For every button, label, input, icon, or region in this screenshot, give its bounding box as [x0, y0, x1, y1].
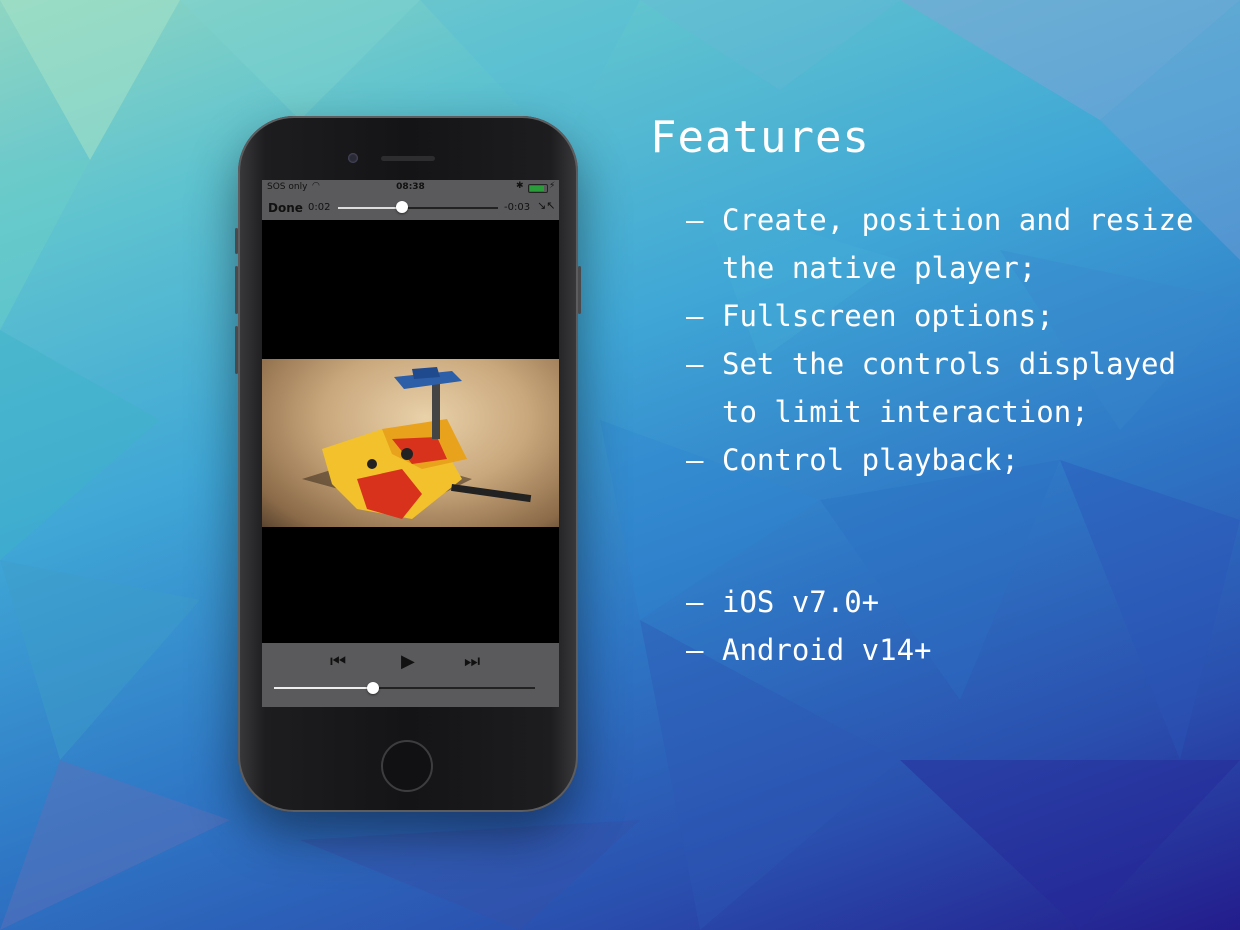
platform-text: Android v14+ [722, 633, 932, 667]
platform-list: – iOS v7.0+ – Android v14+ [686, 578, 1226, 674]
scrubber-knob[interactable] [396, 201, 408, 213]
exit-fullscreen-icon[interactable]: ↘↖ [537, 199, 555, 212]
volume-down-button [235, 326, 238, 374]
volume-knob[interactable] [367, 682, 380, 694]
bullet-dash: – [686, 585, 704, 619]
done-button[interactable]: Done [268, 201, 303, 215]
status-bar: SOS only ◠ 08:38 ✱ ⚡ [262, 180, 559, 196]
power-button [578, 266, 581, 314]
play-icon[interactable]: ▶ [401, 651, 415, 672]
platform-item: – iOS v7.0+ [686, 578, 1226, 626]
feature-text: Set the controls displayed to limit inte… [722, 347, 1176, 429]
clock: 08:38 [396, 182, 425, 192]
bullet-dash: – [686, 299, 704, 333]
feature-item: – Set the controls displayed to limit int… [686, 340, 1226, 436]
mute-switch [235, 228, 238, 254]
playback-controls: ⏮ ▶ ⏭ [262, 643, 559, 707]
bullet-dash: – [686, 443, 704, 477]
feature-item: – Create, position and resize the native … [686, 196, 1226, 292]
feature-list: – Create, position and resize the native … [686, 196, 1226, 484]
bullet-dash: – [686, 203, 704, 237]
bullet-dash: – [686, 633, 704, 667]
platform-item: – Android v14+ [686, 626, 1226, 674]
earpiece-speaker [381, 156, 435, 161]
battery-icon [528, 184, 548, 193]
phone-mockup: SOS only ◠ 08:38 ✱ ⚡ Done 0:02 -0:03 ↘↖ [235, 116, 581, 812]
volume-up-button [235, 266, 238, 314]
bluetooth-icon: ✱ [516, 181, 524, 191]
player-top-bar: Done 0:02 -0:03 ↘↖ [262, 196, 559, 220]
front-camera [348, 153, 358, 163]
feature-text: Control playback; [722, 443, 1019, 477]
phone-screen: SOS only ◠ 08:38 ✱ ⚡ Done 0:02 -0:03 ↘↖ [262, 180, 559, 707]
volume-level [274, 687, 374, 689]
battery-fill [530, 186, 544, 191]
feature-text: Fullscreen options; [722, 299, 1054, 333]
bolt-icon: ⚡ [549, 181, 556, 191]
remaining-time: -0:03 [504, 202, 531, 213]
features-title: Features [650, 112, 870, 163]
platform-text: iOS v7.0+ [722, 585, 880, 619]
scrubber-track[interactable] [338, 207, 498, 209]
bullet-dash: – [686, 347, 704, 381]
fast-forward-icon[interactable]: ⏭ [464, 651, 480, 672]
video-frame[interactable] [262, 359, 559, 527]
home-button [381, 740, 433, 792]
volume-track[interactable] [274, 687, 535, 689]
elapsed-time: 0:02 [308, 202, 331, 213]
scrubber-played [338, 207, 402, 209]
feature-item: – Control playback; [686, 436, 1226, 484]
rewind-icon[interactable]: ⏮ [330, 651, 346, 672]
feature-text: Create, position and resize the native p… [722, 203, 1194, 285]
feature-item: – Fullscreen options; [686, 292, 1226, 340]
lego-helicopter-image [302, 367, 532, 519]
